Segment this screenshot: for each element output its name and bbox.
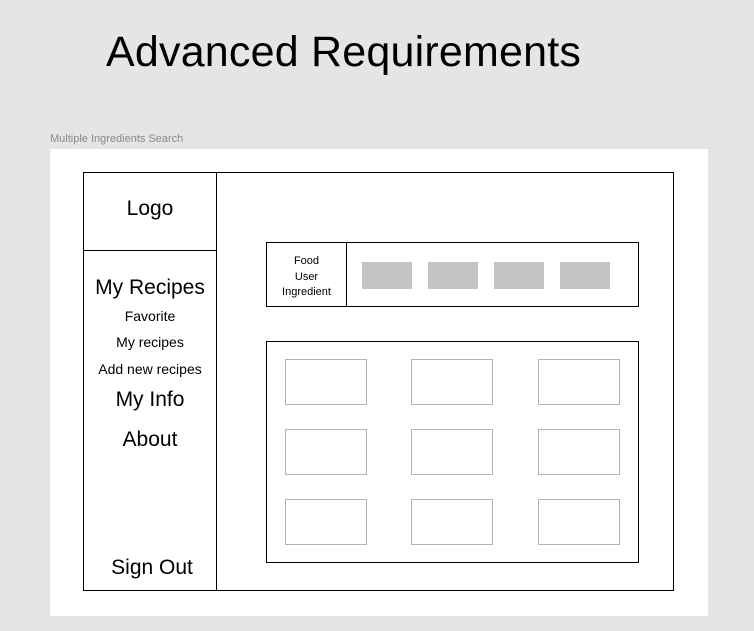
recipe-card[interactable] — [538, 359, 620, 405]
ingredient-chip[interactable] — [428, 262, 478, 289]
filter-user[interactable]: User — [267, 271, 346, 283]
main-content: Food User Ingredient — [217, 173, 673, 590]
logo[interactable]: Logo — [84, 197, 216, 221]
logo-area: Logo — [84, 173, 216, 251]
recipe-card[interactable] — [285, 499, 367, 545]
recipe-card[interactable] — [538, 429, 620, 475]
ingredient-search-bar: Food User Ingredient — [266, 242, 639, 307]
ingredient-chip[interactable] — [494, 262, 544, 289]
frame-label: Multiple Ingredients Search — [50, 133, 184, 145]
nav-favorite[interactable]: Favorite — [84, 308, 216, 324]
recipe-card[interactable] — [411, 499, 493, 545]
ingredient-chip[interactable] — [362, 262, 412, 289]
search-type-filter: Food User Ingredient — [267, 243, 347, 306]
nav-add-new-recipes[interactable]: Add new recipes — [84, 361, 216, 377]
ingredient-chip[interactable] — [560, 262, 610, 289]
filter-ingredient[interactable]: Ingredient — [267, 286, 346, 298]
nav-my-info[interactable]: My Info — [84, 388, 216, 412]
recipe-card[interactable] — [285, 359, 367, 405]
recipe-card[interactable] — [411, 429, 493, 475]
recipe-card[interactable] — [285, 429, 367, 475]
recipe-card[interactable] — [538, 499, 620, 545]
nav-my-recipes-list[interactable]: My recipes — [84, 334, 216, 350]
nav-about[interactable]: About — [84, 428, 216, 452]
recipe-results-grid — [266, 341, 639, 563]
page-title: Advanced Requirements — [106, 28, 582, 76]
app-window: Logo My Recipes Favorite My recipes Add … — [83, 172, 674, 591]
sign-out-button[interactable]: Sign Out — [86, 556, 218, 580]
filter-food[interactable]: Food — [267, 255, 346, 267]
wireframe-frame: Logo My Recipes Favorite My recipes Add … — [50, 149, 708, 616]
sidebar: Logo My Recipes Favorite My recipes Add … — [84, 173, 217, 590]
recipe-card[interactable] — [411, 359, 493, 405]
nav-my-recipes[interactable]: My Recipes — [84, 276, 216, 300]
